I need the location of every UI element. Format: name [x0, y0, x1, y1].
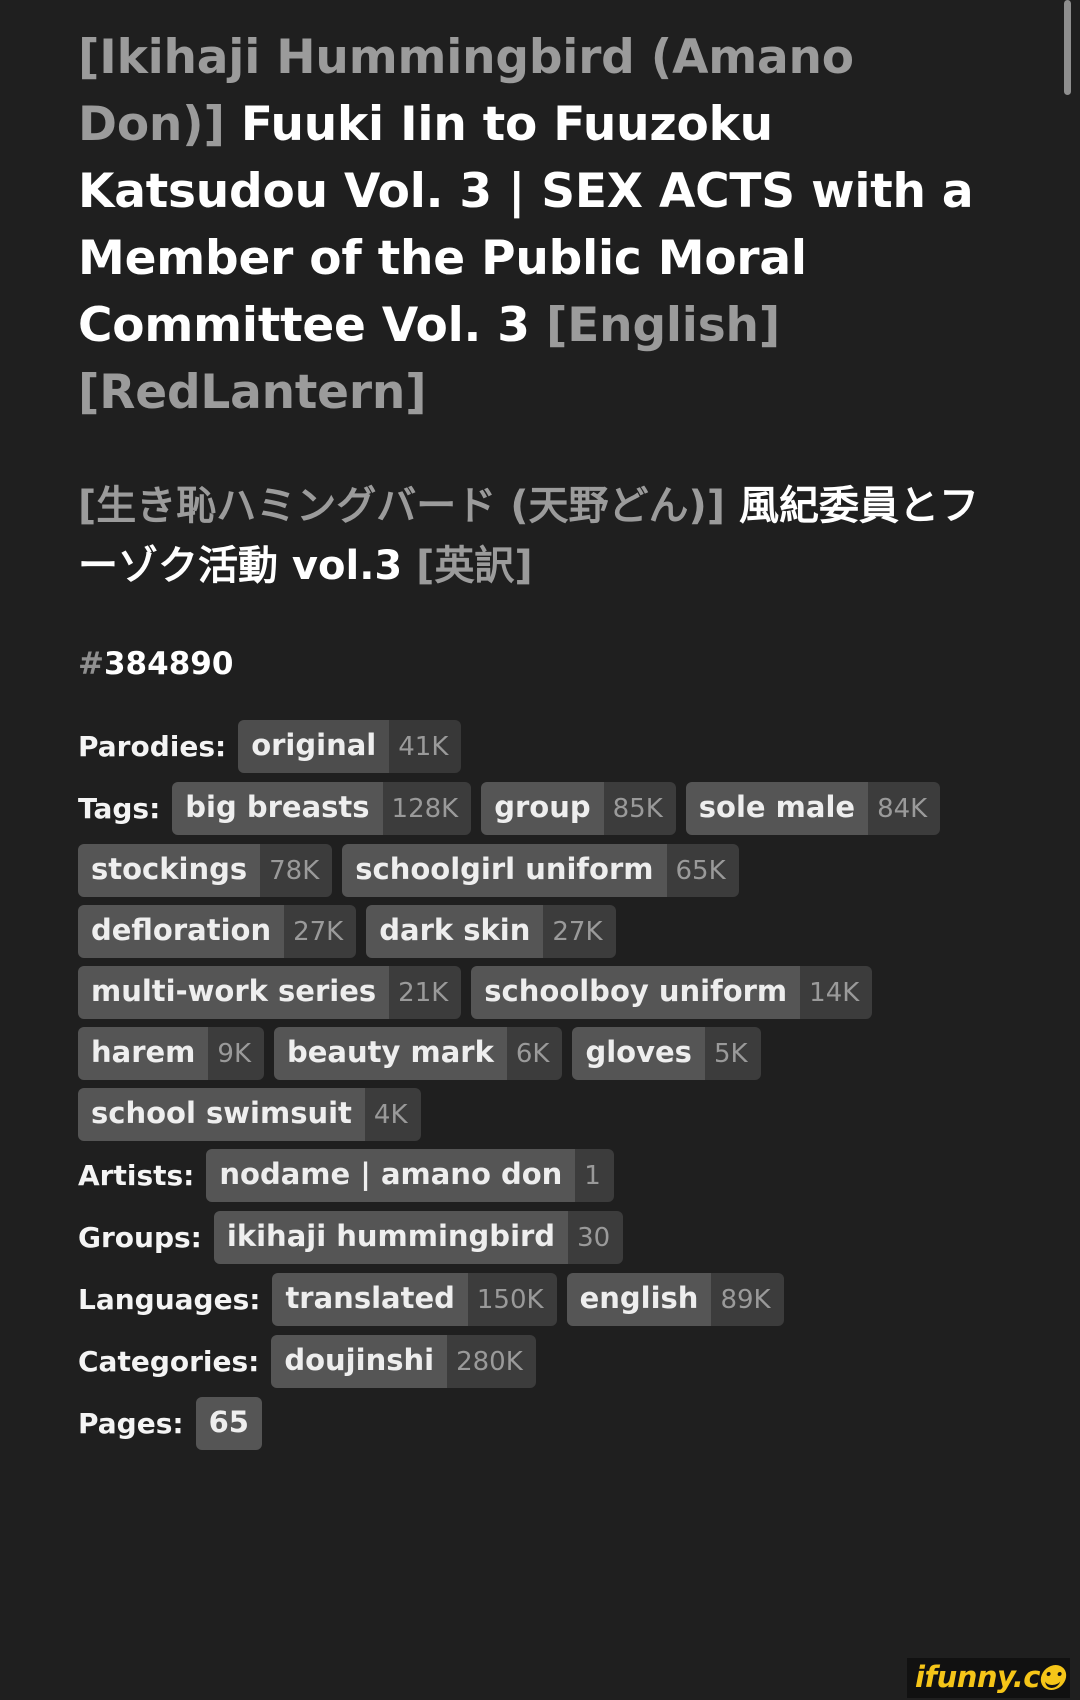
metadata-row: Categories: doujinshi 280K: [78, 1335, 1000, 1389]
tag-pill-name: defloration: [78, 905, 285, 958]
metadata-row: Tags: big breasts 128K group 85K sole male 84K…: [78, 782, 1000, 1141]
subtitle-language-tag: [英訳]: [416, 543, 533, 589]
metadata-row-label: Categories:: [78, 1345, 260, 1378]
tag-pill-name: doujinshi: [271, 1335, 448, 1388]
gallery-id-hash: #: [78, 646, 104, 682]
tag-pill-count: 21K: [389, 966, 462, 1019]
metadata-row: Parodies: original 41K: [78, 720, 1000, 774]
metadata-row-label: Artists:: [78, 1159, 195, 1192]
tag-pill[interactable]: group 85K: [481, 782, 676, 835]
page-subtitle-japanese: [生き恥ハミングバード (天野どん)] 風紀委員とフーゾク活動 vol.3 [英…: [78, 476, 1000, 596]
scrollbar-track[interactable]: [1064, 0, 1071, 1700]
tag-pill-name: sole male: [685, 782, 869, 835]
tag-pill-name: translated: [272, 1273, 468, 1326]
tag-pill-count: 5K: [704, 1027, 761, 1080]
tag-pill-count: 1: [575, 1149, 614, 1202]
tag-pill[interactable]: beauty mark 6K: [274, 1027, 563, 1080]
metadata-row: Pages: 65: [78, 1397, 1000, 1451]
tag-pill[interactable]: harem 9K: [78, 1027, 264, 1080]
tag-pill-count: 4K: [364, 1088, 421, 1141]
tag-pill[interactable]: schoolgirl uniform 65K: [342, 844, 739, 897]
tag-pill-count: 89K: [711, 1273, 784, 1326]
tag-pill[interactable]: sole male 84K: [685, 782, 941, 835]
tag-pill-name: big breasts: [172, 782, 383, 835]
metadata-row-label: Parodies:: [78, 730, 227, 763]
tag-pill-count: 41K: [389, 720, 462, 773]
tag-pill-name: 65: [195, 1397, 262, 1450]
tag-pill[interactable]: dark skin 27K: [366, 905, 616, 958]
tag-pill-name: original: [238, 720, 390, 773]
tag-pill-count: 280K: [447, 1335, 536, 1388]
tag-pill[interactable]: translated 150K: [272, 1273, 557, 1326]
tag-pill-name: english: [566, 1273, 712, 1326]
tag-pill-count: 30: [568, 1211, 624, 1264]
metadata-row-label: Pages:: [78, 1407, 184, 1440]
tag-pill-name: nodame | amano don: [206, 1149, 576, 1202]
tag-pill-name: group: [481, 782, 604, 835]
tag-pill[interactable]: 65: [195, 1397, 262, 1450]
tag-pill-count: 27K: [284, 905, 357, 958]
tag-pill-count: 78K: [260, 844, 333, 897]
tag-pill-count: 27K: [543, 905, 616, 958]
metadata-row: Groups: ikihaji hummingbird 30: [78, 1211, 1000, 1265]
metadata-row-label: Languages:: [78, 1283, 261, 1316]
subtitle-artist-prefix: [生き恥ハミングバード (天野どん)]: [78, 483, 726, 529]
page-title: [Ikihaji Hummingbird (Amano Don)] Fuuki …: [78, 24, 1000, 426]
smiley-face-icon: [1038, 1664, 1069, 1690]
watermark-text: ifunny.c: [915, 1660, 1040, 1694]
tag-pill[interactable]: multi-work series 21K: [78, 966, 462, 1019]
scrollbar-thumb[interactable]: [1064, 0, 1071, 95]
tag-pill-count: 14K: [800, 966, 873, 1019]
tag-pill-name: schoolboy uniform: [471, 966, 801, 1019]
tag-pill-name: stockings: [78, 844, 261, 897]
tag-pill-name: school swimsuit: [78, 1088, 365, 1141]
tag-pill-name: beauty mark: [274, 1027, 507, 1080]
tag-pill[interactable]: nodame | amano don 1: [206, 1149, 614, 1202]
tag-pill-count: 65K: [666, 844, 739, 897]
tag-pill-count: 150K: [467, 1273, 557, 1326]
metadata-row-label: Groups:: [78, 1221, 202, 1254]
metadata-row: Languages: translated 150K english 89K: [78, 1273, 1000, 1327]
tag-pill[interactable]: big breasts 128K: [172, 782, 472, 835]
tag-pill-name: gloves: [572, 1027, 705, 1080]
tag-pill[interactable]: school swimsuit 4K: [78, 1088, 421, 1141]
tag-pill[interactable]: stockings 78K: [78, 844, 333, 897]
metadata-row: Artists: nodame | amano don 1: [78, 1149, 1000, 1203]
tag-pill-name: dark skin: [366, 905, 544, 958]
tag-pill-name: schoolgirl uniform: [342, 844, 667, 897]
gallery-id-number: 384890: [103, 646, 234, 682]
gallery-detail-page: [Ikihaji Hummingbird (Amano Don)] Fuuki …: [0, 0, 1080, 1700]
tag-pill[interactable]: schoolboy uniform 14K: [471, 966, 873, 1019]
tag-pill-count: 6K: [506, 1027, 563, 1080]
ifunny-watermark: ifunny.c: [907, 1658, 1070, 1698]
tag-pill[interactable]: gloves 5K: [572, 1027, 761, 1080]
metadata-row-label: Tags:: [78, 792, 161, 825]
tag-pill[interactable]: defloration 27K: [78, 905, 357, 958]
tag-pill[interactable]: ikihaji hummingbird 30: [213, 1211, 624, 1264]
tag-pill-count: 9K: [208, 1027, 264, 1080]
title-scanlator-tag: [RedLantern]: [78, 365, 427, 420]
tag-pill-name: multi-work series: [78, 966, 390, 1019]
tag-pill-count: 128K: [382, 782, 472, 835]
tag-pill-count: 85K: [603, 782, 676, 835]
tag-pill[interactable]: english 89K: [566, 1273, 784, 1326]
tag-pill[interactable]: doujinshi 280K: [271, 1335, 536, 1388]
gallery-id: #384890: [78, 646, 1000, 682]
tag-pill-name: ikihaji hummingbird: [213, 1211, 569, 1264]
tag-pill-count: 84K: [868, 782, 941, 835]
title-language-tag: [English]: [546, 298, 781, 353]
metadata-tag-section: Parodies: original 41K Tags: big breasts 128K…: [78, 720, 1000, 1451]
tag-pill[interactable]: original 41K: [238, 720, 462, 773]
tag-pill-name: harem: [78, 1027, 209, 1080]
